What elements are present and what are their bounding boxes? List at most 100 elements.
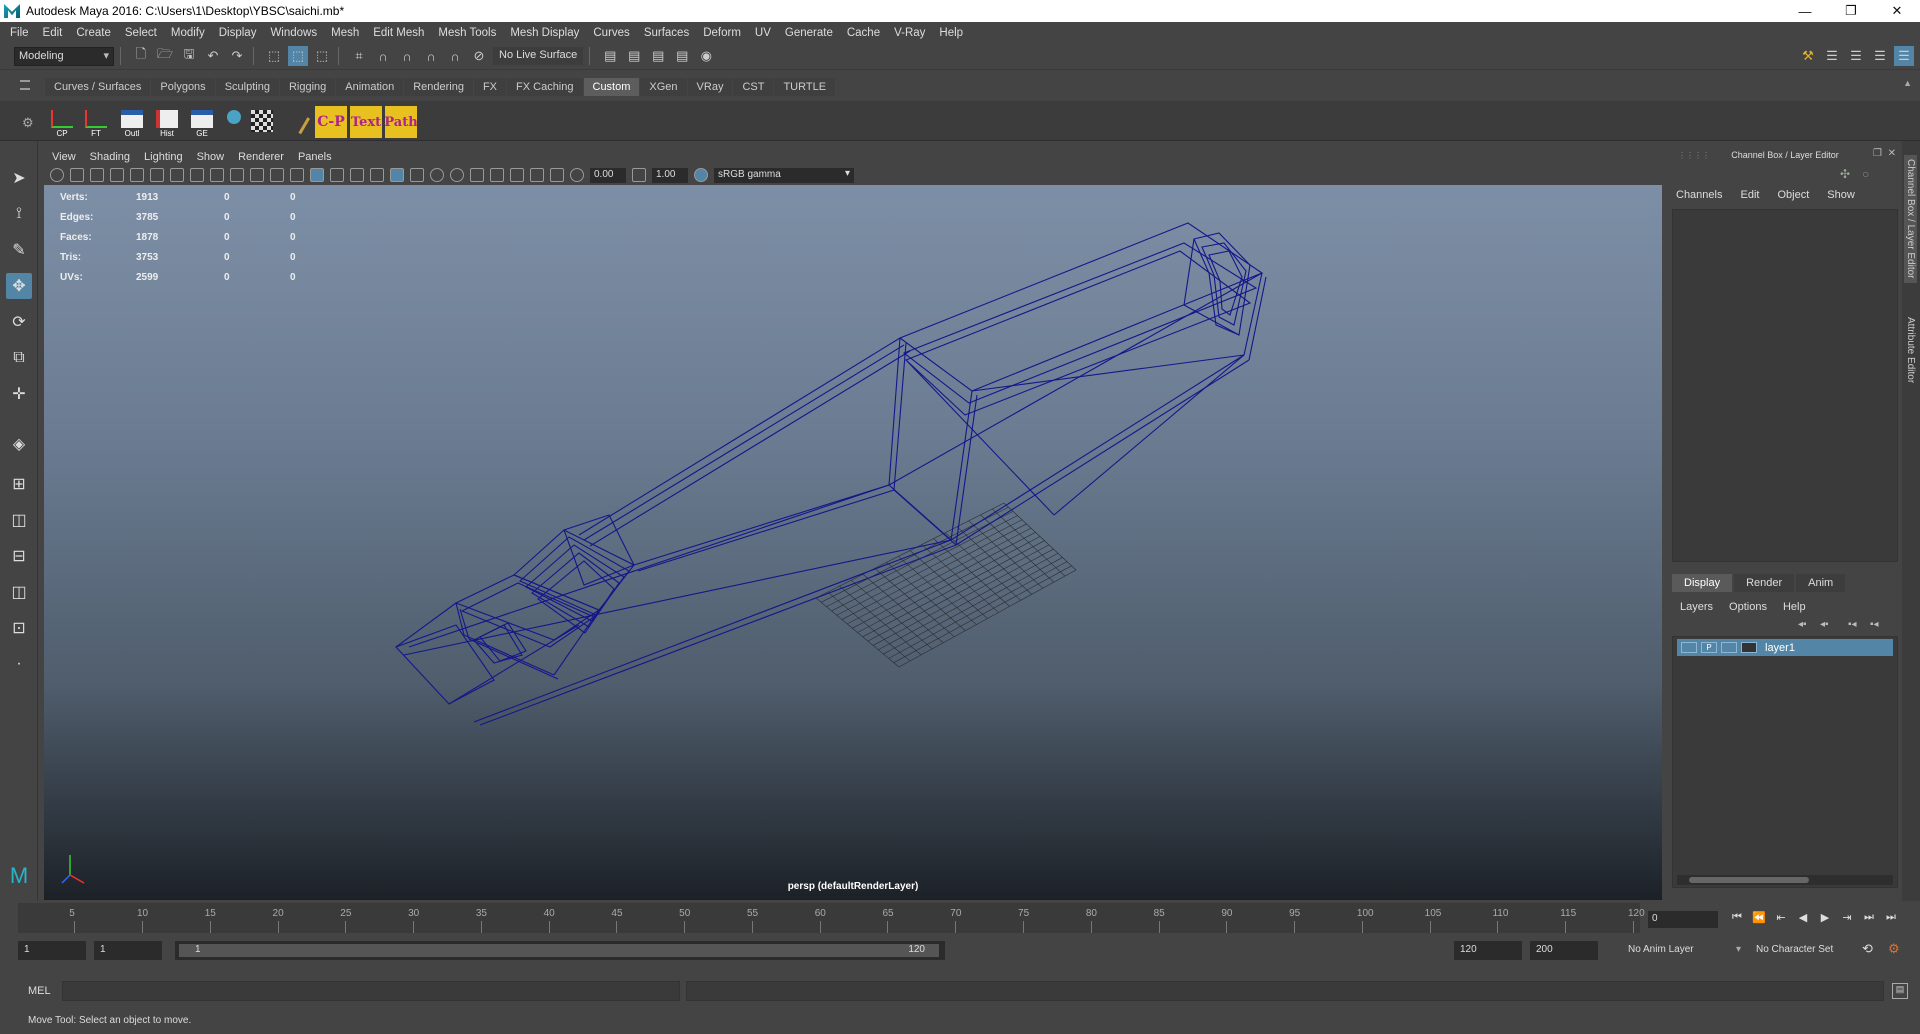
2d-pan-zoom-icon[interactable] — [130, 168, 144, 182]
safe-title-icon[interactable] — [290, 168, 304, 182]
gate-mask-icon[interactable] — [230, 168, 244, 182]
shelf-scroll-up-icon[interactable]: ▲ — [1903, 78, 1912, 88]
menu-edit-mesh[interactable]: Edit Mesh — [367, 27, 432, 39]
menu-windows[interactable]: Windows — [264, 27, 325, 39]
xray-icon[interactable] — [510, 168, 524, 182]
hypershade-icon[interactable]: ◉ — [696, 46, 716, 66]
snap-plane-icon[interactable]: ∩ — [421, 46, 441, 66]
bookmark-icon[interactable] — [90, 168, 104, 182]
shelf-tab-rigging[interactable]: Rigging — [279, 78, 336, 96]
shelf-tab-fx[interactable]: FX — [473, 78, 507, 96]
shelf-settings-gear-icon[interactable]: ⚙ — [22, 115, 34, 131]
select-tool-icon[interactable]: ➤ — [6, 165, 32, 191]
channel-menu-show[interactable]: Show — [1827, 189, 1855, 201]
new-layer-icon[interactable]: ▪◂ — [1848, 619, 1857, 630]
panel-menu-panels[interactable]: Panels — [298, 151, 332, 163]
channel-menu-object[interactable]: Object — [1777, 189, 1809, 201]
move-layer-up-icon[interactable]: ◂▪ — [1798, 619, 1807, 630]
layer-editor-toggle-icon[interactable]: ☰ — [1894, 46, 1914, 66]
snap-live-icon[interactable]: ⊘ — [469, 46, 489, 66]
use-all-lights-icon[interactable] — [390, 168, 404, 182]
tool-settings-icon[interactable]: ☰ — [1846, 46, 1866, 66]
last-tool-icon[interactable]: ✛ — [6, 381, 32, 407]
menu-mesh-display[interactable]: Mesh Display — [504, 27, 587, 39]
lock-icon[interactable]: ○ — [1862, 167, 1869, 181]
layer-scrollbar[interactable] — [1677, 875, 1893, 885]
shelf-tab-custom[interactable]: Custom — [583, 78, 640, 96]
menu-mesh[interactable]: Mesh — [325, 27, 367, 39]
shelf-tab-sculpting[interactable]: Sculpting — [215, 78, 279, 96]
auto-key-icon[interactable]: ⟲ — [1862, 941, 1873, 957]
gamma-icon[interactable] — [632, 168, 646, 182]
command-input[interactable] — [62, 981, 680, 1001]
close-button[interactable]: ✕ — [1874, 3, 1920, 19]
layer-tab-render[interactable]: Render — [1734, 574, 1795, 592]
smooth-shading-icon[interactable] — [330, 168, 344, 182]
layer-menu-options[interactable]: Options — [1729, 601, 1767, 613]
move-tool-icon[interactable]: ✥ — [6, 273, 32, 299]
modeling-toolkit-icon[interactable]: ⚒ — [1798, 46, 1818, 66]
minimize-button[interactable]: — — [1782, 4, 1828, 19]
live-surface-field[interactable]: No Live Surface — [493, 47, 584, 65]
scene-end-field[interactable]: 200 — [1530, 941, 1598, 960]
exposure-icon[interactable] — [570, 168, 584, 182]
channel-menu-channels[interactable]: Channels — [1676, 189, 1722, 201]
step-back-key-icon[interactable]: ⏪ — [1750, 911, 1768, 928]
persp-graph-layout-icon[interactable]: ⊟ — [6, 543, 32, 569]
shelf-item-history[interactable]: Hist — [151, 104, 183, 138]
shelf-tab-xgen[interactable]: XGen — [640, 78, 687, 96]
move-layer-down-icon[interactable]: ◂▪ — [1820, 619, 1829, 630]
menu-display[interactable]: Display — [213, 27, 265, 39]
ipr-render-icon[interactable]: ▤ — [648, 46, 668, 66]
menu-mesh-tools[interactable]: Mesh Tools — [432, 27, 504, 39]
motion-blur-icon[interactable] — [450, 168, 464, 182]
close-panel-icon[interactable]: ✕ — [1888, 148, 1896, 159]
snap-surface-icon[interactable]: ∩ — [445, 46, 465, 66]
shelf-item-graph-editor[interactable]: GE — [186, 104, 218, 138]
layer-playback-toggle[interactable]: P — [1701, 642, 1717, 653]
new-scene-icon[interactable]: 🗋 — [131, 46, 151, 66]
render-frame-icon[interactable]: ▤ — [624, 46, 644, 66]
side-tab-channel-box[interactable]: Channel Box / Layer Editor — [1904, 155, 1917, 283]
current-frame-field[interactable]: 0 — [1648, 911, 1718, 928]
paint-select-tool-icon[interactable]: ✎ — [6, 237, 32, 263]
resolution-gate-icon[interactable] — [210, 168, 224, 182]
select-camera-icon[interactable] — [50, 168, 64, 182]
shelf-menu-icon[interactable] — [20, 80, 30, 90]
anim-preferences-icon[interactable]: ⚙ — [1888, 941, 1900, 957]
shelf-tab-animation[interactable]: Animation — [336, 78, 404, 96]
playback-end-field[interactable]: 120 — [1454, 941, 1522, 960]
safe-action-icon[interactable] — [270, 168, 284, 182]
shelf-item-ft[interactable]: FT — [80, 104, 112, 138]
snap-point-icon[interactable]: ∩ — [397, 46, 417, 66]
shelf-item-checker[interactable] — [246, 104, 278, 138]
maximize-button[interactable]: ❐ — [1828, 3, 1874, 19]
side-tab-attribute-editor[interactable]: Attribute Editor — [1904, 313, 1917, 387]
channel-box-toggle-icon[interactable]: ☰ — [1870, 46, 1890, 66]
exposure-field[interactable]: 0.00 — [590, 167, 626, 183]
character-set-dropdown[interactable]: No Character Set — [1756, 944, 1833, 955]
range-slider[interactable]: 1 120 — [175, 941, 945, 960]
screen-space-ao-icon[interactable] — [430, 168, 444, 182]
panel-menu-shading[interactable]: Shading — [90, 151, 130, 163]
scrollbar-thumb[interactable] — [1689, 877, 1809, 883]
panel-menu-lighting[interactable]: Lighting — [144, 151, 183, 163]
lasso-tool-icon[interactable]: ⟟ — [6, 201, 32, 227]
panel-menu-view[interactable]: View — [52, 151, 76, 163]
menu-create[interactable]: Create — [70, 27, 119, 39]
layer-menu-help[interactable]: Help — [1783, 601, 1806, 613]
gamma-field[interactable]: 1.00 — [652, 167, 688, 183]
shelf-tab-fx-caching[interactable]: FX Caching — [507, 78, 583, 96]
shelf-tab-curves-surfaces[interactable]: Curves / Surfaces — [45, 78, 151, 96]
shelf-item-cp-script[interactable]: C-P — [314, 104, 348, 138]
3d-viewport[interactable]: Verts: 1913 0 0 Edges: 3785 0 0 Faces: 1878 0 0 Tris… — [44, 185, 1662, 900]
menu-cache[interactable]: Cache — [841, 27, 888, 39]
scale-tool-icon[interactable]: ⧉ — [6, 345, 32, 371]
layer-tab-anim[interactable]: Anim — [1796, 574, 1846, 592]
shelf-item-text-script[interactable]: Text — [349, 104, 383, 138]
step-forward-frame-icon[interactable]: ⇥ — [1838, 911, 1856, 928]
step-back-frame-icon[interactable]: ⇤ — [1772, 911, 1790, 928]
float-panel-icon[interactable]: ❐ — [1873, 148, 1882, 159]
menu-surfaces[interactable]: Surfaces — [638, 27, 697, 39]
select-hierarchy-icon[interactable]: ⬚ — [264, 46, 284, 66]
